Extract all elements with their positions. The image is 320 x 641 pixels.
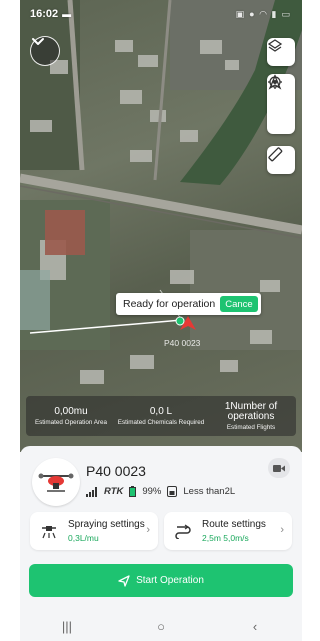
phone-screen: 16:02 ▬ ▣ ● ◠ ▮ ▭ Ready for operation Ca…	[20, 0, 302, 641]
location-icon: ●	[249, 9, 255, 19]
start-operation-label: Start Operation	[136, 575, 204, 586]
cancel-button[interactable]: Cance	[220, 296, 258, 312]
measure-button[interactable]	[267, 146, 295, 174]
battery-icon: ▭	[281, 8, 290, 19]
stat-area: 0,00mu Estimated Operation Area	[26, 396, 116, 436]
locate-button[interactable]	[267, 75, 295, 134]
send-icon	[118, 574, 130, 587]
battery-value: 99%	[142, 486, 162, 497]
ruler-icon	[268, 147, 283, 162]
locate-icon	[268, 75, 282, 89]
route-icon	[175, 524, 191, 539]
stat-chemicals: 0,0 L Estimated Chemicals Required	[116, 396, 206, 436]
stat-label: Estimated Operation Area	[34, 418, 108, 426]
chevron-down-icon	[32, 38, 44, 45]
spray-icon	[42, 526, 56, 539]
tank-icon	[167, 486, 178, 497]
stat-label: Estimated Chemicals Required	[117, 418, 205, 426]
rtk-label: RTK	[104, 486, 124, 497]
drone-icon	[38, 473, 74, 492]
drone-info-row: P40 0023 RTK 99% Less than2L	[30, 458, 292, 506]
video-button[interactable]	[268, 458, 290, 478]
spraying-settings-value: 0,3L/mu	[68, 533, 99, 543]
tank-value: Less than2L	[183, 486, 236, 497]
chevron-right-icon: ›	[280, 524, 284, 536]
collapse-button[interactable]	[30, 36, 60, 66]
spraying-settings-card[interactable]: Spraying settings 0,3L/mu ›	[30, 512, 158, 550]
drone-avatar	[32, 458, 80, 506]
layers-button[interactable]	[267, 38, 295, 66]
chevron-right-icon: ›	[146, 524, 150, 536]
recent-apps-button[interactable]: |||	[47, 619, 87, 634]
home-button[interactable]: ○	[141, 619, 181, 634]
stat-value: 0,00mu	[54, 405, 88, 417]
satellite-map[interactable]: 16:02 ▬ ▣ ● ◠ ▮ ▭ Ready for operation Ca…	[20, 0, 302, 452]
estimates-bar: 0,00mu Estimated Operation Area 0,0 L Es…	[26, 396, 296, 436]
spraying-settings-title: Spraying settings	[68, 519, 145, 530]
status-time: 16:02	[30, 8, 59, 20]
bottom-sheet: P40 0023 RTK 99% Less than2L Spraying se…	[20, 446, 302, 641]
layers-icon	[267, 39, 283, 52]
stat-value: 0,0 L	[149, 405, 173, 417]
stat-flights: 1Number of operations Estimated Flights	[206, 396, 296, 436]
battery-icon	[129, 486, 137, 497]
signal-bars-icon	[86, 486, 97, 497]
drone-map-label: P40 0023	[164, 338, 201, 348]
map-tools-group	[267, 74, 295, 134]
route-settings-title: Route settings	[202, 519, 266, 530]
video-icon	[273, 464, 285, 472]
drone-name: P40 0023	[86, 463, 146, 479]
route-settings-card[interactable]: Route settings 2,5m 5,0m/s ›	[164, 512, 292, 550]
operation-tooltip: Ready for operation Cance	[116, 293, 261, 315]
signal-icon: ▮	[271, 8, 277, 19]
stat-value: 1Number of operations	[224, 400, 278, 422]
message-icon: ▬	[62, 9, 72, 19]
tooltip-text: Ready for operation	[123, 298, 216, 310]
gallery-icon: ▣	[235, 8, 245, 19]
drone-status: RTK 99% Less than2L	[86, 486, 235, 497]
status-bar: 16:02 ▬ ▣ ● ◠ ▮ ▭	[20, 0, 302, 28]
stat-label: Estimated Flights	[226, 423, 276, 431]
route-settings-value: 2,5m 5,0m/s	[202, 533, 249, 543]
map-imagery	[20, 0, 302, 384]
back-button[interactable]: ‹	[235, 619, 275, 634]
system-nav-bar: ||| ○ ‹	[20, 612, 302, 641]
wifi-icon: ◠	[259, 8, 267, 19]
start-operation-button[interactable]: Start Operation	[29, 564, 293, 597]
